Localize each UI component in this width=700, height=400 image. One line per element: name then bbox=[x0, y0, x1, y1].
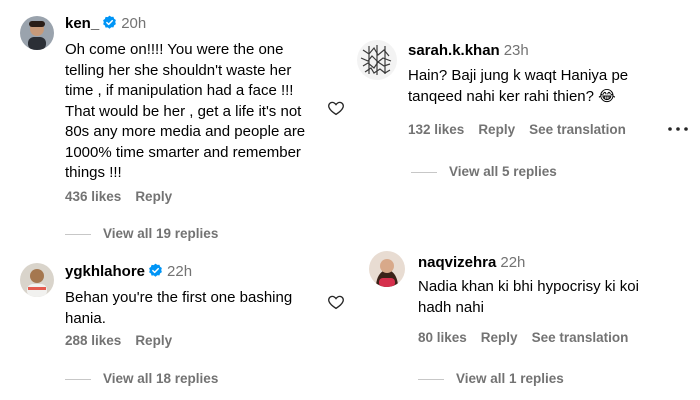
timestamp: 23h bbox=[503, 42, 529, 59]
divider-line bbox=[411, 171, 437, 173]
timestamp: 22h bbox=[167, 263, 193, 280]
reply-button[interactable]: Reply bbox=[481, 330, 518, 345]
heart-icon[interactable] bbox=[327, 293, 345, 311]
comment-actions: 132 likes Reply See translation bbox=[408, 122, 640, 137]
username[interactable]: naqvizehra bbox=[418, 254, 496, 271]
comment-text-line: Hain? Baji jung k waqt Haniya pe bbox=[408, 67, 629, 84]
view-replies-button[interactable]: View all 19 replies bbox=[65, 226, 218, 241]
verified-badge-icon bbox=[103, 15, 117, 29]
divider-line bbox=[65, 233, 91, 235]
username[interactable]: ygkhlahore bbox=[65, 263, 145, 280]
view-replies-button[interactable]: View all 1 replies bbox=[418, 371, 564, 386]
comment-text-line: 1000% time smarter and remember bbox=[65, 143, 301, 161]
timestamp: 22h bbox=[500, 254, 526, 271]
view-replies-label: View all 18 replies bbox=[103, 371, 219, 386]
like-count: 436 likes bbox=[65, 189, 122, 204]
comment-text-line: Oh come on!!!! You were the one bbox=[65, 41, 284, 58]
username[interactable]: ken_ bbox=[65, 15, 99, 32]
comment-text: Nadia khan ki bhi hypocrisy ki koi hadh … bbox=[418, 277, 688, 318]
comment-header: ken_ 20h bbox=[65, 15, 146, 32]
comment-text-line: hania. bbox=[65, 309, 106, 327]
like-count: 80 likes bbox=[418, 330, 467, 345]
view-replies-label: View all 19 replies bbox=[103, 226, 219, 241]
comment-actions: 80 likes Reply See translation bbox=[418, 330, 642, 345]
more-options-icon[interactable] bbox=[667, 124, 689, 134]
comment-text: Behan you're the first one bashing hania… bbox=[65, 288, 345, 329]
reply-button[interactable]: Reply bbox=[478, 122, 515, 137]
verified-badge-icon bbox=[149, 263, 162, 277]
view-replies-label: View all 5 replies bbox=[449, 164, 557, 179]
comment-text: Oh come on!!!! You were the one telling … bbox=[65, 40, 345, 184]
comment-header: sarah.k.khan 23h bbox=[408, 42, 529, 59]
reply-button[interactable]: Reply bbox=[135, 189, 172, 204]
username[interactable]: sarah.k.khan bbox=[408, 42, 500, 59]
comment-header: ygkhlahore 22h bbox=[65, 263, 192, 280]
avatar[interactable] bbox=[369, 251, 405, 287]
view-replies-label: View all 1 replies bbox=[456, 371, 564, 386]
comment-text-line: 80s any more media and people are bbox=[65, 123, 306, 140]
heart-icon[interactable] bbox=[327, 99, 345, 117]
view-replies-button[interactable]: View all 18 replies bbox=[65, 371, 218, 386]
comment-text-line: telling her she shouldn't waste her bbox=[65, 61, 292, 79]
comment-text-line: tanqeed nahi ker rahi thien? 😂 bbox=[408, 87, 616, 105]
comment-header: naqvizehra 22h bbox=[418, 254, 525, 271]
reply-button[interactable]: Reply bbox=[135, 333, 172, 348]
comment-text-line: Behan you're the first one bashing bbox=[65, 289, 293, 306]
comment-text-line: hadh nahi bbox=[418, 298, 484, 316]
comment-actions: 288 likes Reply bbox=[65, 333, 186, 348]
like-count: 288 likes bbox=[65, 333, 122, 348]
see-translation-button[interactable]: See translation bbox=[529, 122, 626, 137]
comment-actions: 436 likes Reply bbox=[65, 189, 186, 204]
view-replies-button[interactable]: View all 5 replies bbox=[411, 164, 557, 179]
like-count: 132 likes bbox=[408, 122, 465, 137]
see-translation-button[interactable]: See translation bbox=[532, 330, 629, 345]
avatar[interactable] bbox=[20, 16, 54, 50]
divider-line bbox=[65, 378, 91, 380]
timestamp: 20h bbox=[121, 15, 147, 32]
comment-text-line: things !!! bbox=[65, 164, 122, 181]
divider-line bbox=[418, 378, 444, 380]
comment-text: Hain? Baji jung k waqt Haniya pe tanqeed… bbox=[408, 66, 688, 107]
comment-text-line: time , if manipulation had a face !!! bbox=[65, 82, 294, 99]
comment-text-line: That would be her , get a life it's not bbox=[65, 102, 302, 120]
avatar[interactable] bbox=[20, 263, 54, 297]
avatar[interactable] bbox=[357, 40, 397, 80]
comment-text-line: Nadia khan ki bhi hypocrisy ki koi bbox=[418, 278, 639, 295]
